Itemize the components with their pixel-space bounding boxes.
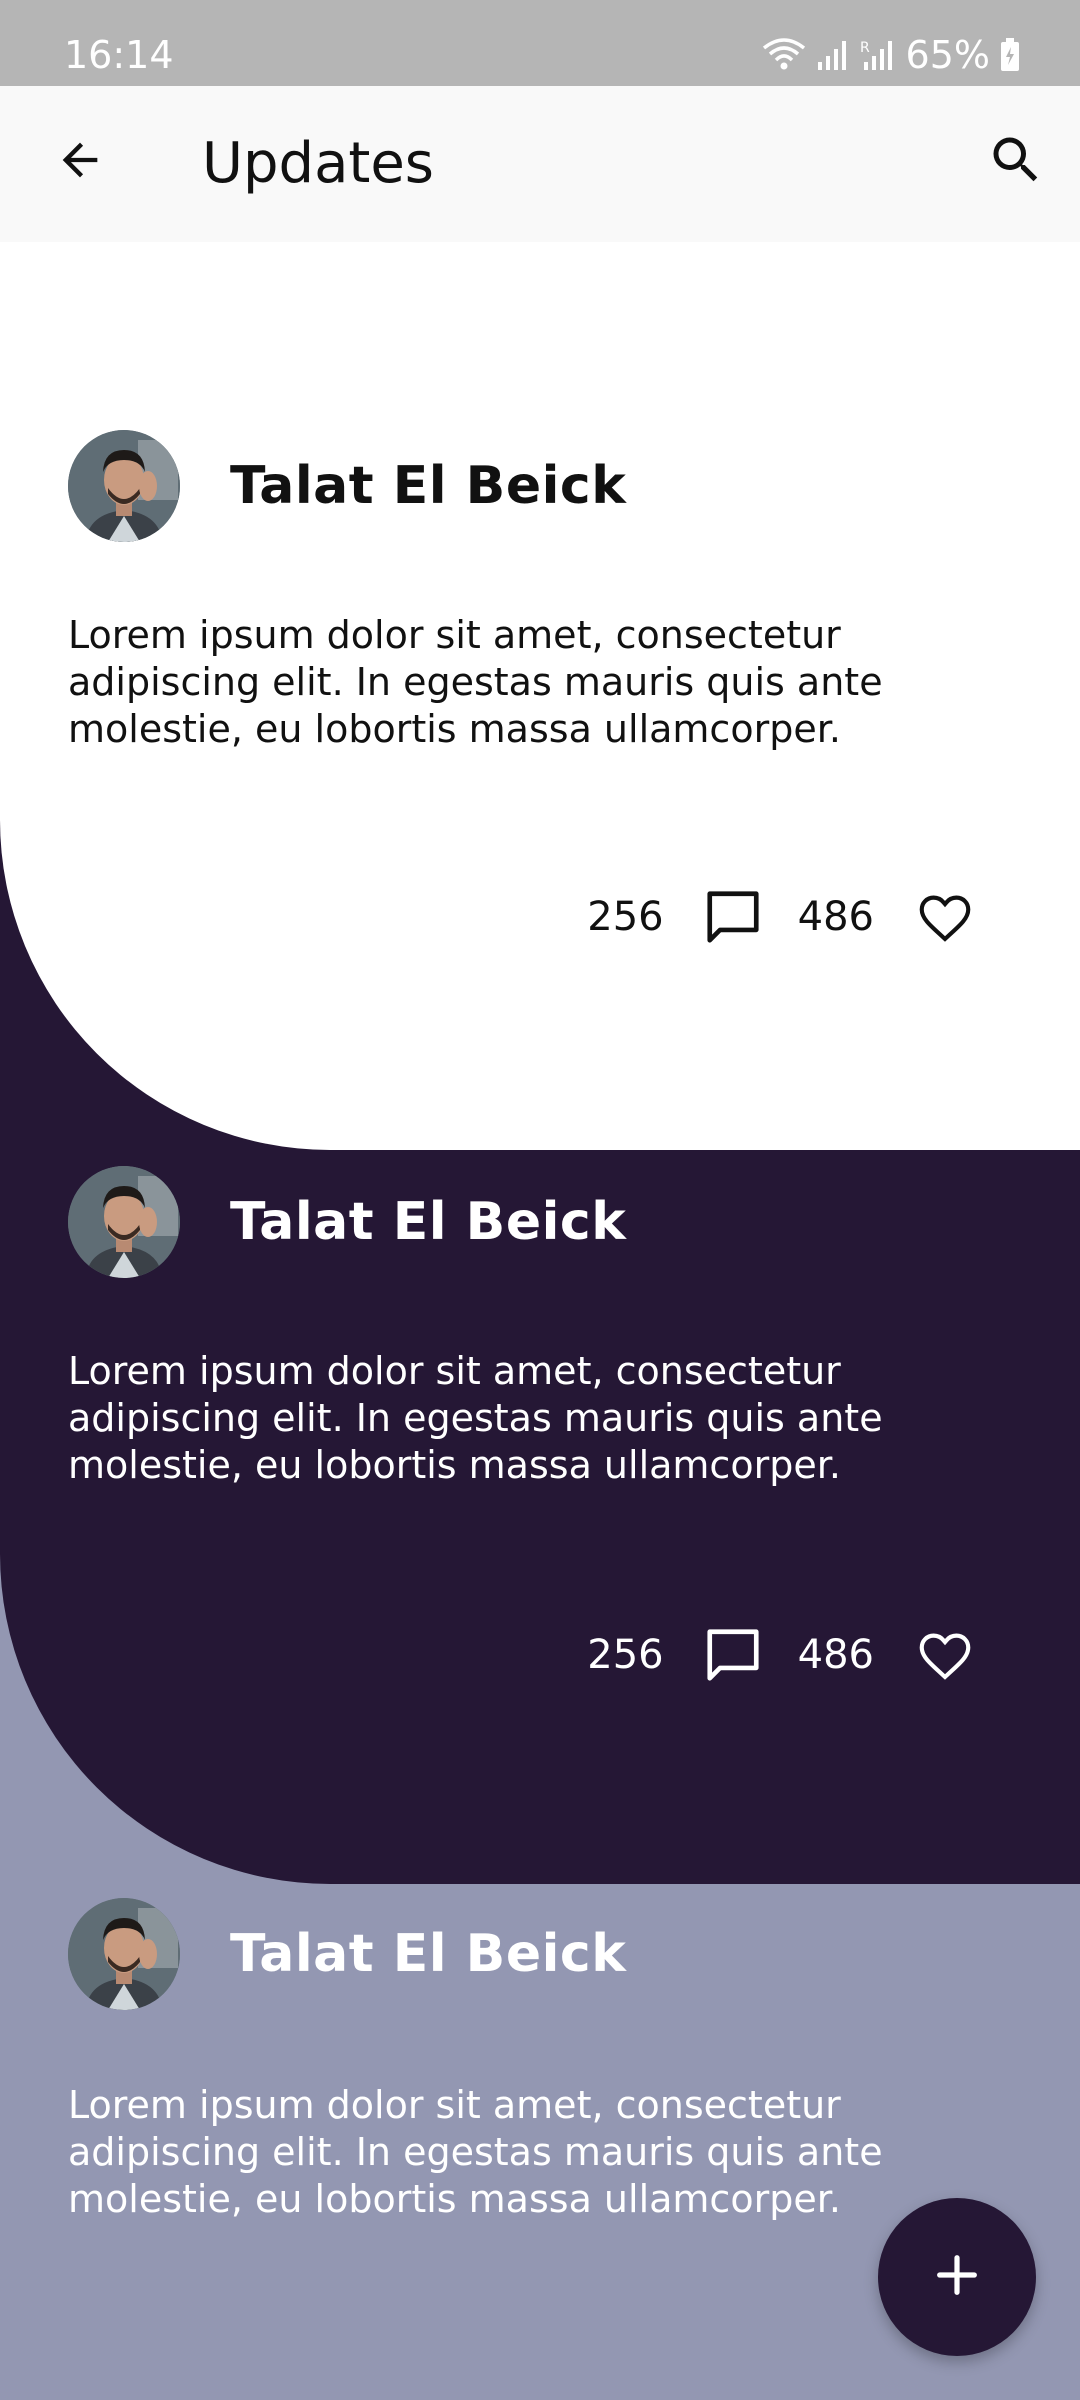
- back-button[interactable]: [40, 122, 120, 202]
- signal-icon: [816, 38, 850, 72]
- wifi-icon: [762, 38, 806, 72]
- heart-icon[interactable]: [914, 1624, 976, 1686]
- post-header: Talat El Beick: [68, 430, 626, 542]
- post-card[interactable]: Talat El Beick Lorem ipsum dolor sit ame…: [0, 242, 1080, 1150]
- battery-icon: [1000, 38, 1020, 72]
- author-name[interactable]: Talat El Beick: [230, 1922, 626, 1986]
- author-name[interactable]: Talat El Beick: [230, 454, 626, 518]
- plus-icon: [931, 2249, 983, 2305]
- signal-r-icon: R: [860, 38, 896, 72]
- post-header: Talat El Beick: [68, 1166, 626, 1278]
- updates-screen: 16:14 R 65% Updates Talat El Beick Lorem…: [0, 0, 1080, 2400]
- status-icons: R 65%: [762, 32, 1020, 78]
- avatar[interactable]: [68, 1166, 180, 1278]
- status-bar: 16:14 R 65%: [0, 0, 1080, 86]
- post-text: Lorem ipsum dolor sit amet, consectetur …: [68, 2083, 883, 2221]
- post-stats: 256 486: [587, 882, 976, 952]
- comment-count: 256: [587, 894, 664, 940]
- post-stats: 256 486: [587, 1620, 976, 1690]
- status-time: 16:14: [64, 33, 174, 77]
- avatar[interactable]: [68, 430, 180, 542]
- arrow-left-icon: [54, 134, 106, 190]
- like-count: 486: [797, 894, 874, 940]
- author-name[interactable]: Talat El Beick: [230, 1190, 626, 1254]
- heart-icon[interactable]: [914, 886, 976, 948]
- page-title: Updates: [202, 131, 434, 196]
- post-text: Lorem ipsum dolor sit amet, consectetur …: [68, 613, 883, 751]
- post-text: Lorem ipsum dolor sit amet, consectetur …: [68, 1349, 883, 1487]
- add-post-button[interactable]: [878, 2198, 1036, 2356]
- search-icon: [986, 130, 1046, 194]
- app-bar: Updates: [0, 86, 1080, 242]
- comment-icon[interactable]: [702, 886, 764, 948]
- search-button[interactable]: [976, 122, 1056, 202]
- post-header: Talat El Beick: [68, 1898, 626, 2010]
- like-count: 486: [797, 1632, 874, 1678]
- comment-icon[interactable]: [702, 1624, 764, 1686]
- svg-text:R: R: [860, 40, 870, 56]
- comment-count: 256: [587, 1632, 664, 1678]
- battery-percent: 65%: [905, 33, 990, 77]
- avatar[interactable]: [68, 1898, 180, 2010]
